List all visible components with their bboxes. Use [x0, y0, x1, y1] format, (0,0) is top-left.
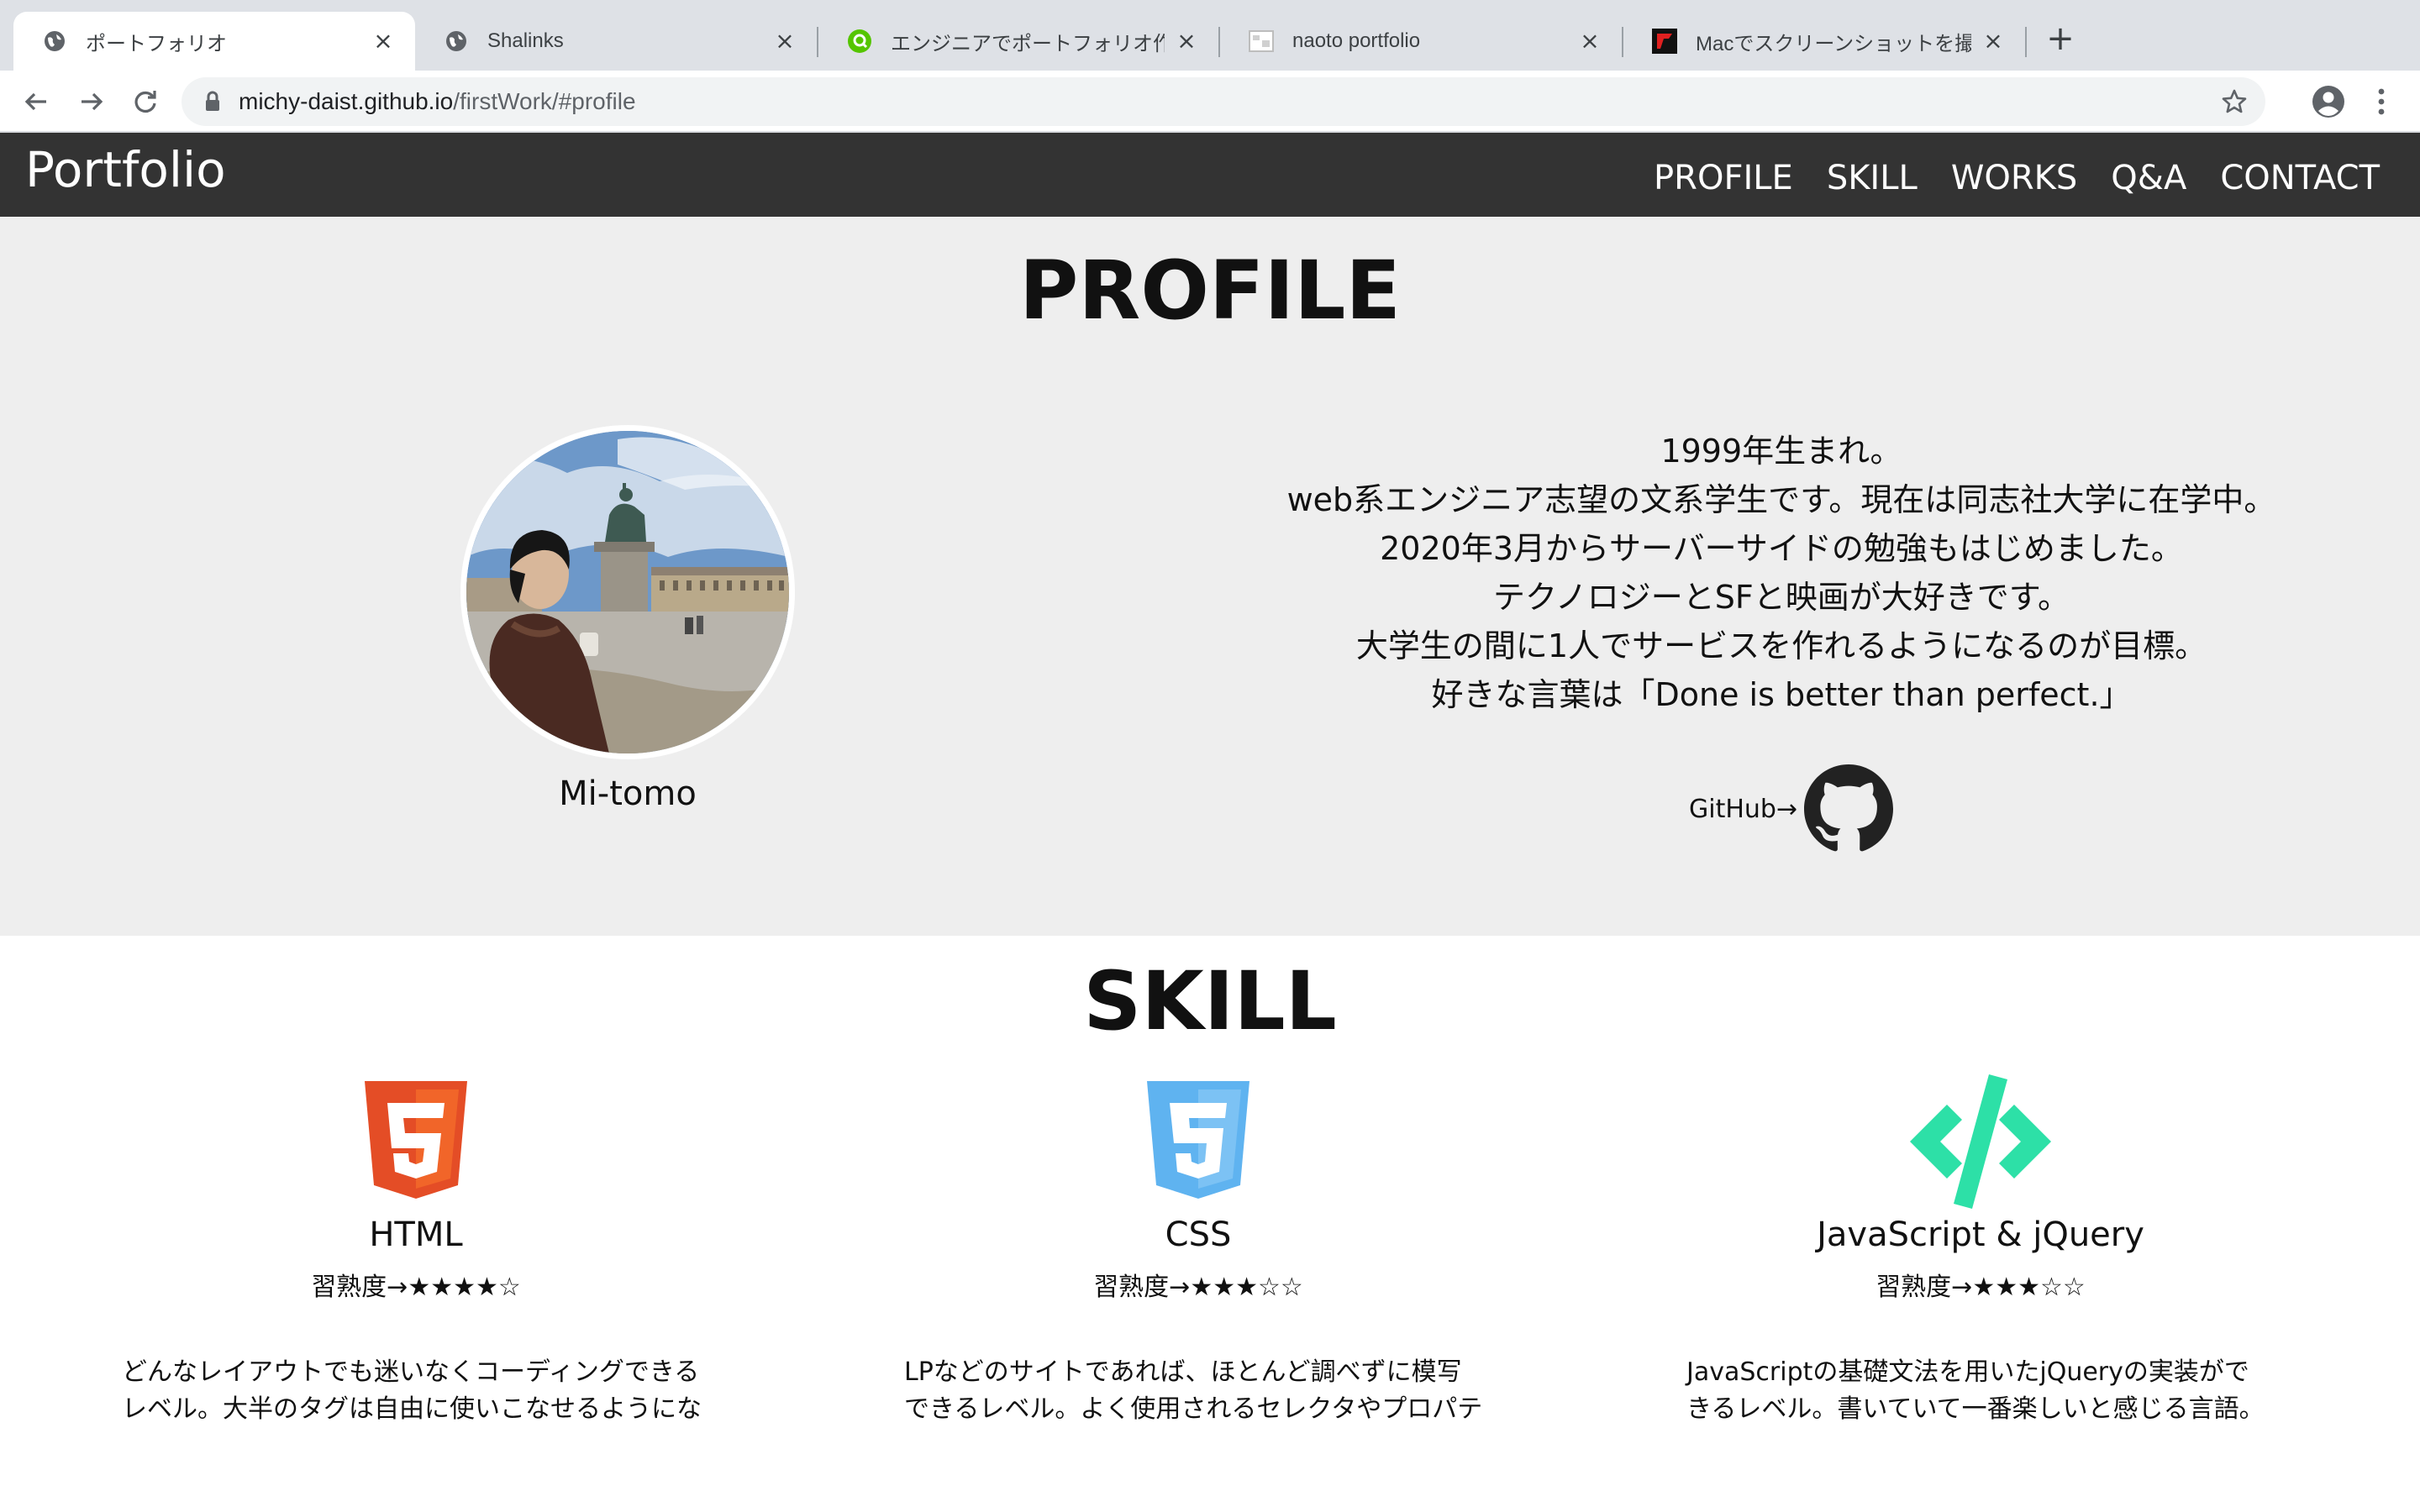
globe-icon	[444, 29, 469, 54]
tab-title: Shalinks	[487, 29, 564, 52]
back-button[interactable]	[18, 84, 54, 119]
lock-icon	[200, 89, 225, 114]
url-path: /firstWork/#profile	[453, 88, 636, 114]
code-icon	[1661, 1074, 2300, 1209]
skill-card-html: HTML 習熟度→★★★★☆ どんなレイアウトでも迷いなくコーディングできる レ…	[97, 1079, 735, 1428]
image-icon	[1249, 29, 1274, 54]
qiita-search-icon	[847, 29, 872, 54]
github-link[interactable]: GitHub→	[1689, 763, 1894, 855]
page-viewport: Portfolio PROFILE SKILL WORKS Q&A CONTAC…	[0, 133, 2420, 1512]
globe-icon	[42, 29, 67, 54]
skill-level-rating: 習熟度→★★★☆☆	[1093, 1273, 1303, 1302]
more-menu-icon[interactable]	[2368, 82, 2395, 121]
skill-name: HTML	[369, 1215, 463, 1254]
tab-engineer-portfolio[interactable]: エンジニアでポートフォリオ作りま ×	[818, 12, 1218, 71]
profile-name: Mi-tomo	[559, 774, 697, 813]
close-icon[interactable]: ×	[1981, 29, 2005, 53]
reload-button[interactable]	[128, 84, 163, 119]
new-tab-button[interactable]: +	[2044, 22, 2077, 55]
reload-icon	[134, 91, 156, 113]
skill-description: JavaScriptの基礎文法を用いたjQueryの実装がで きるレベル。書いて…	[1686, 1354, 2275, 1428]
nav-link-skill[interactable]: SKILL	[1827, 136, 1918, 220]
bio-line: web系エンジニア志望の文系学生です。現在は同志社大学に在学中。	[1286, 481, 2276, 518]
url-text: michy-daist.github.io/firstWork/#profile	[239, 77, 636, 126]
close-icon[interactable]: ×	[773, 29, 797, 53]
nav-link-profile[interactable]: PROFILE	[1654, 136, 1793, 220]
site-header: Portfolio PROFILE SKILL WORKS Q&A CONTAC…	[0, 133, 2420, 217]
skill-level-rating: 習熟度→★★★★☆	[311, 1273, 521, 1302]
skill-card-css: CSS 習熟度→★★★☆☆ LPなどのサイトであれば、ほとんど調べずに模写 でき…	[879, 1079, 1518, 1428]
site-nav: PROFILE SKILL WORKS Q&A CONTACT	[1620, 133, 2380, 217]
bio-line: 1999年生まれ。	[1660, 433, 1902, 470]
tab-title: ポートフォリオ	[86, 32, 227, 55]
html5-icon	[97, 1079, 735, 1205]
account-avatar-icon[interactable]	[2309, 82, 2348, 121]
tab-title: エンジニアでポートフォリオ作りま	[891, 32, 1165, 55]
bio-line: 大学生の間に1人でサービスを作れるようになるのが目標。	[1355, 627, 2207, 664]
tab-title: Macでスクリーンショットを撮る方	[1696, 32, 1971, 55]
arrow-right-icon	[82, 92, 103, 111]
github-icon[interactable]	[1804, 764, 1894, 853]
css3-icon	[879, 1079, 1518, 1205]
skill-description: LPなどのサイトであれば、ほとんど調べずに模写 できるレベル。よく使用されるセレ…	[904, 1354, 1492, 1428]
skill-name: JavaScript & jQuery	[1817, 1215, 2144, 1254]
tab-shalinks[interactable]: Shalinks ×	[415, 12, 817, 71]
skill-desc-line: どんなレイアウトでも迷いなくコーディングできる	[122, 1357, 700, 1387]
close-icon[interactable]: ×	[371, 29, 395, 53]
skill-description: どんなレイアウトでも迷いなくコーディングできる レベル。大半のタグは自由に使いこ…	[122, 1354, 710, 1428]
nav-link-works[interactable]: WORKS	[1951, 136, 2077, 220]
skill-section: SKILL HTML 習熟度→★★★★☆ どんなレイアウトでも迷いなくコーディン…	[0, 936, 2420, 1512]
skill-desc-line: レベル。大半のタグは自由に使いこなせるようにな	[122, 1394, 702, 1424]
skill-desc-line: JavaScriptの基礎文法を用いたjQueryの実装がで	[1686, 1357, 2249, 1387]
url-host: michy-daist.github.io	[239, 88, 454, 114]
address-bar[interactable]: michy-daist.github.io/firstWork/#profile	[182, 77, 2265, 126]
tab-title: naoto portfolio	[1292, 29, 1421, 52]
arrow-left-icon	[24, 92, 46, 111]
tab-naoto-portfolio[interactable]: naoto portfolio ×	[1220, 12, 1622, 71]
tab-mac-screenshot[interactable]: Macでスクリーンショットを撮る方 ×	[1623, 12, 2025, 71]
skill-desc-line: LPなどのサイトであれば、ほとんど調べずに模写	[904, 1357, 1462, 1387]
nav-link-qa[interactable]: Q&A	[2111, 136, 2186, 220]
bookmark-star-icon[interactable]	[2218, 86, 2250, 118]
skill-desc-line: できるレベル。よく使用されるセレクタやプロパテ	[904, 1394, 1483, 1424]
bio-line: 2020年3月からサーバーサイドの勉強もはじめました。	[1380, 530, 2183, 567]
section-title-profile: PROFILE	[1019, 244, 1401, 338]
nav-link-contact[interactable]: CONTACT	[2220, 136, 2380, 220]
skill-level-rating: 習熟度→★★★☆☆	[1876, 1273, 2086, 1302]
skill-name: CSS	[1165, 1215, 1232, 1254]
profile-avatar	[460, 425, 795, 759]
bio-line: 好きな言葉は「Done is better than perfect.」	[1431, 676, 2132, 713]
tab-portfolio[interactable]: ポートフォリオ ×	[13, 12, 415, 71]
browser-tab-bar: ポートフォリオ × Shalinks × エンジニアでポートフォリオ作りま × …	[0, 0, 2420, 71]
red-square-icon	[1652, 29, 1677, 54]
skill-desc-line: きるレベル。書いていて一番楽しいと感じる言語。	[1686, 1394, 2265, 1424]
bio-line: テクノロジーとSFと映画が大好きです。	[1493, 579, 2070, 616]
forward-button[interactable]	[74, 84, 109, 119]
browser-toolbar: michy-daist.github.io/firstWork/#profile	[0, 71, 2420, 133]
close-icon[interactable]: ×	[1175, 29, 1198, 53]
profile-bio: 1999年生まれ。 web系エンジニア志望の文系学生です。現在は同志社大学に在学…	[1210, 427, 2353, 719]
close-icon[interactable]: ×	[1578, 29, 1602, 53]
skill-card-javascript: JavaScript & jQuery 習熟度→★★★☆☆ JavaScript…	[1661, 1074, 2300, 1428]
tab-divider	[2025, 27, 2027, 57]
section-title-skill: SKILL	[1083, 954, 1337, 1048]
profile-section: PROFILE Mi-tomo 1999年生まれ。 web系エンジニア志望の文系…	[0, 217, 2420, 936]
github-label: GitHub→	[1689, 794, 1798, 824]
site-logo[interactable]: Portfolio	[25, 133, 226, 217]
